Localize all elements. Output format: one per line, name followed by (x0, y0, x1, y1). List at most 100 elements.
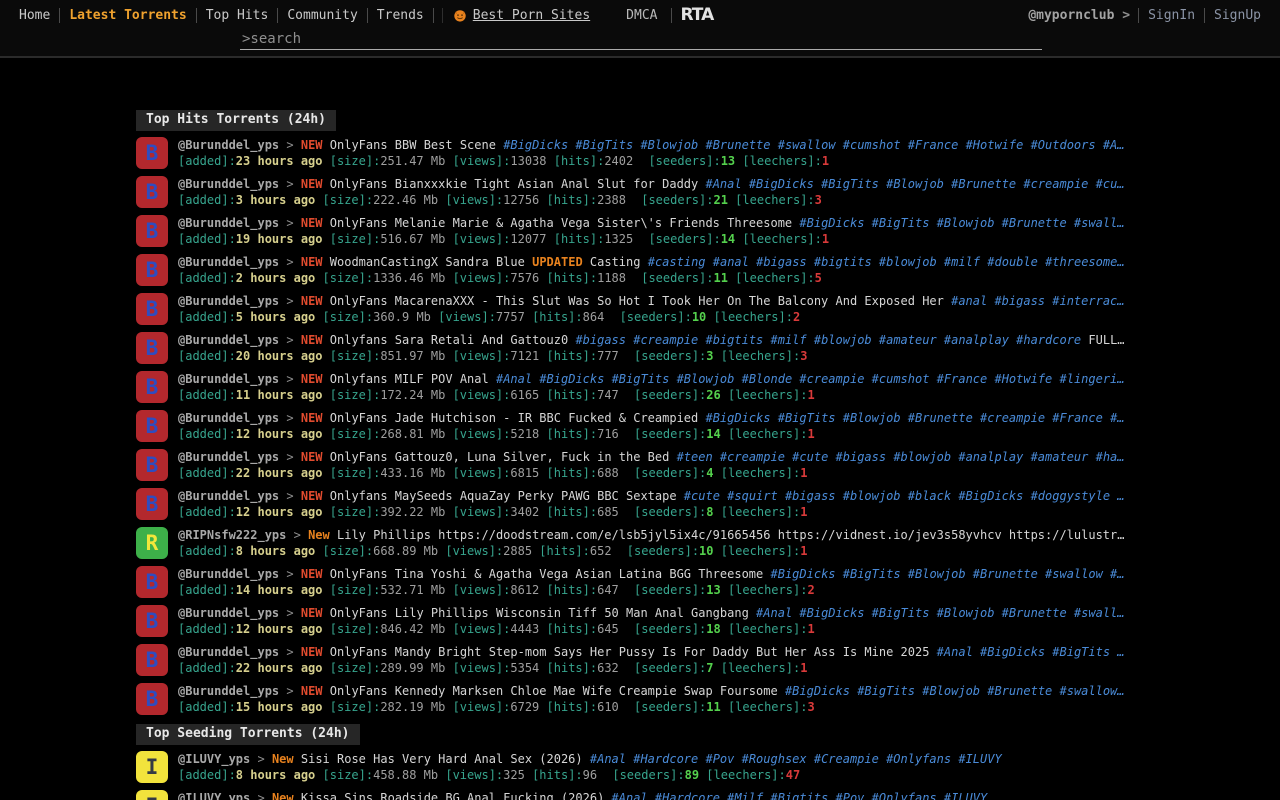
torrent-title-link[interactable]: Onlyfans MaySeeds AquaZay Perky PAWG BBC… (330, 489, 677, 503)
hashtag-links[interactable]: #Anal #BigDicks #BigTits … (937, 645, 1125, 659)
dmca-link[interactable]: DMCA (600, 8, 671, 23)
uploader-link[interactable]: @Burunddel_yps (178, 138, 279, 152)
torrent-meta-line: [added]:3 hours ago [size]:222.46 Mb [vi… (178, 192, 1143, 208)
uploader-avatar[interactable]: B (136, 644, 168, 676)
torrent-row-list: I @ILUVY_yps > New Sisi Rose Has Very Har… (136, 751, 1280, 800)
new-badge: NEW (301, 489, 323, 503)
size-label: [size]: (330, 154, 381, 168)
torrent-title-link[interactable]: OnlyFans Mandy Bright Step-mom Says Her … (330, 645, 930, 659)
uploader-link[interactable]: @ILUVY_yps (178, 791, 250, 800)
torrent-title-link[interactable]: OnlyFans Tina Yoshi & Agatha Vega Asian … (330, 567, 763, 581)
nav-item-trends[interactable]: Trends (368, 8, 433, 23)
nav-item-latest-torrents[interactable]: Latest Torrents (60, 8, 195, 23)
torrent-title-link[interactable]: Casting (590, 255, 641, 269)
top-nav: Home Latest Torrents Top Hits Community … (0, 0, 1280, 30)
uploader-avatar[interactable]: I (136, 751, 168, 783)
hashtag-links[interactable]: #cute #squirt #bigass #blowjob #black #B… (684, 489, 1125, 503)
uploader-avatar[interactable]: B (136, 332, 168, 364)
uploader-link[interactable]: @Burunddel_yps (178, 606, 279, 620)
hashtag-links[interactable]: #Anal #Hardcore #Pov #Roughsex #Creampie… (590, 752, 1002, 766)
torrent-title-link[interactable]: OnlyFans Gattouz0, Luna Silver, Fuck in … (330, 450, 670, 464)
hashtag-links[interactable]: #bigass #creampie #bigtits #milf #blowjo… (575, 333, 1081, 347)
views-label: [views]: (453, 232, 511, 246)
uploader-link[interactable]: @Burunddel_yps (178, 489, 279, 503)
uploader-link[interactable]: @Burunddel_yps (178, 294, 279, 308)
torrent-text: @Burunddel_yps > NEW OnlyFans Bianxxxkie… (178, 176, 1143, 208)
uploader-avatar[interactable]: B (136, 605, 168, 637)
torrent-title-link[interactable]: WoodmanCastingX Sandra Blue (330, 255, 525, 269)
uploader-link[interactable]: @ILUVY_yps (178, 752, 250, 766)
uploader-avatar[interactable]: B (136, 176, 168, 208)
hashtag-links[interactable]: #Anal #BigDicks #BigTits #Blowjob #Brune… (756, 606, 1124, 620)
uploader-link[interactable]: @Burunddel_yps (178, 372, 279, 386)
uploader-avatar[interactable]: R (136, 527, 168, 559)
hashtag-links[interactable]: #BigDicks #BigTits #Blowjob #Brunette #s… (503, 138, 1124, 152)
uploader-avatar[interactable]: B (136, 371, 168, 403)
torrent-text: @Burunddel_yps > NEW WoodmanCastingX San… (178, 254, 1143, 286)
hashtag-links[interactable]: #casting #anal #bigass #bigtits #blowjob… (648, 255, 1125, 269)
torrent-title-link[interactable]: Onlyfans MILF POV Anal (330, 372, 489, 386)
hashtag-links[interactable]: #teen #creampie #cute #bigass #blowjob #… (677, 450, 1125, 464)
signup-button[interactable]: SignUp (1205, 8, 1270, 23)
uploader-link[interactable]: @Burunddel_yps (178, 684, 279, 698)
uploader-link[interactable]: @Burunddel_yps (178, 333, 279, 347)
torrent-title-line: @Burunddel_yps > NEW OnlyFans BBW Best S… (178, 137, 1143, 153)
uploader-avatar[interactable]: B (136, 215, 168, 247)
uploader-link[interactable]: @Burunddel_yps (178, 411, 279, 425)
nav-item-community[interactable]: Community (278, 8, 366, 23)
uploader-link[interactable]: @Burunddel_yps (178, 567, 279, 581)
torrent-title-link[interactable]: Onlyfans Sara Retali And Gattouz0 (330, 333, 568, 347)
hashtag-links[interactable]: #Anal #Hardcore #Milf #Bigtits #Pov #Onl… (612, 791, 988, 800)
added-value: 12 hours ago (236, 427, 323, 441)
uploader-avatar[interactable]: B (136, 449, 168, 481)
hashtag-links[interactable]: #anal #bigass #interrac… (951, 294, 1124, 308)
torrent-title-link[interactable]: OnlyFans MacarenaXXX - This Slut Was So … (330, 294, 944, 308)
torrent-title-link[interactable]: OnlyFans Bianxxxkie Tight Asian Anal Slu… (330, 177, 698, 191)
leechers-label: [leechers]: (721, 544, 800, 558)
torrent-title-line: @Burunddel_yps > NEW OnlyFans Kennedy Ma… (178, 683, 1143, 699)
torrent-title-link[interactable]: OnlyFans Lily Phillips Wisconsin Tiff 50… (330, 606, 749, 620)
uploader-avatar[interactable]: B (136, 293, 168, 325)
hashtag-links[interactable]: #BigDicks #BigTits #Blowjob #Brunette #c… (705, 411, 1124, 425)
torrent-title-link[interactable]: OnlyFans Jade Hutchison - IR BBC Fucked … (330, 411, 698, 425)
torrent-title-link[interactable]: Lily Phillips https://doodstream.com/e/l… (337, 528, 1124, 542)
torrent-meta-line: [added]:15 hours ago [size]:282.19 Mb [v… (178, 699, 1143, 715)
hashtag-links[interactable]: #Anal #BigDicks #BigTits #Blowjob #Brune… (705, 177, 1124, 191)
added-label: [added]: (178, 505, 236, 519)
torrent-title-link[interactable]: Kissa Sins Roadside BG Anal Fucking (202… (301, 791, 604, 800)
new-badge: NEW (301, 450, 323, 464)
added-value: 3 hours ago (236, 193, 315, 207)
uploader-link[interactable]: @Burunddel_yps (178, 177, 279, 191)
uploader-link[interactable]: @Burunddel_yps (178, 450, 279, 464)
torrent-title-link[interactable]: OnlyFans Melanie Marie & Agatha Vega Sis… (330, 216, 792, 230)
hashtag-links[interactable]: #BigDicks #BigTits #Blowjob #Brunette #s… (771, 567, 1125, 581)
uploader-avatar[interactable]: B (136, 683, 168, 715)
uploader-link[interactable]: @RIPNsfw222_yps (178, 528, 286, 542)
size-label: [size]: (330, 700, 381, 714)
torrent-title-link[interactable]: Sisi Rose Has Very Hard Anal Sex (2026) (301, 752, 583, 766)
torrent-row: B@Burunddel_yps > NEW Onlyfans MaySeeds … (136, 488, 1280, 520)
hashtag-links[interactable]: #BigDicks #BigTits #Blowjob #Brunette #s… (785, 684, 1125, 698)
nav-item-top-hits[interactable]: Top Hits (197, 8, 278, 23)
uploader-avatar[interactable]: B (136, 410, 168, 442)
torrent-title-line: @ILUVY_yps > New Sisi Rose Has Very Hard… (178, 751, 1143, 767)
search-input[interactable] (240, 30, 1042, 50)
uploader-avatar[interactable]: B (136, 488, 168, 520)
account-menu[interactable]: @mypornclub > (1020, 8, 1138, 23)
uploader-avatar[interactable]: B (136, 566, 168, 598)
hashtag-links[interactable]: #Anal #BigDicks #BigTits #Blowjob #Blond… (496, 372, 1125, 386)
uploader-link[interactable]: @Burunddel_yps (178, 645, 279, 659)
uploader-avatar[interactable]: I (136, 790, 168, 800)
uploader-link[interactable]: @Burunddel_yps (178, 255, 279, 269)
hashtag-links[interactable]: #BigDicks #BigTits #Blowjob #Brunette #s… (799, 216, 1124, 230)
nav-item-home[interactable]: Home (10, 8, 59, 23)
torrent-title-link[interactable]: OnlyFans BBW Best Scene (330, 138, 496, 152)
uploader-avatar[interactable]: B (136, 254, 168, 286)
size-label: [size]: (330, 466, 381, 480)
signin-button[interactable]: SignIn (1139, 8, 1204, 23)
uploader-link[interactable]: @Burunddel_yps (178, 216, 279, 230)
torrent-row: B@Burunddel_yps > NEW Onlyfans Sara Reta… (136, 332, 1280, 364)
uploader-avatar[interactable]: B (136, 137, 168, 169)
best-porn-sites-link[interactable]: Best Porn Sites (443, 8, 600, 23)
torrent-title-link[interactable]: OnlyFans Kennedy Marksen Chloe Mae Wife … (330, 684, 778, 698)
